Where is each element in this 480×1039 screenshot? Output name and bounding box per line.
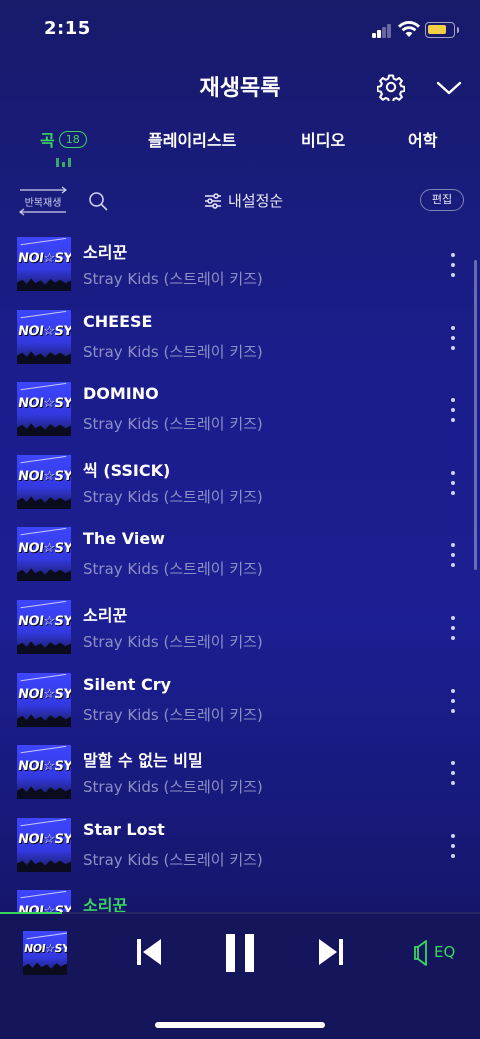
- album-art: NOI☆SY: [17, 455, 71, 509]
- song-row[interactable]: NOI☆SY The View Stray Kids (스트레이 키즈): [0, 522, 480, 592]
- song-row[interactable]: NOI☆SY DOMINO Stray Kids (스트레이 키즈): [0, 377, 480, 447]
- sort-button[interactable]: 내설정순: [204, 190, 283, 211]
- sort-label: 내설정순: [228, 192, 284, 210]
- more-options-icon[interactable]: [448, 688, 458, 714]
- album-logo-text: NOI☆SY: [17, 469, 71, 484]
- song-title: The View: [83, 529, 165, 548]
- song-artist: Stray Kids (스트레이 키즈): [83, 270, 263, 288]
- album-logo-text: NOI☆SY: [17, 396, 71, 411]
- playlist-toolbar: 반복재생 내설정순 편집: [0, 186, 480, 216]
- sliders-icon: [205, 192, 221, 209]
- mini-player: NOI☆SY EQ: [0, 912, 480, 1039]
- repeat-label: 반복재생: [24, 198, 62, 209]
- album-logo-text: NOI☆SY: [17, 324, 71, 339]
- status-bar: 2:15: [0, 0, 480, 60]
- chevron-down-icon[interactable]: [436, 78, 462, 98]
- album-logo-text: NOI☆SY: [17, 759, 71, 774]
- eq-button[interactable]: EQ: [414, 937, 462, 969]
- tab-songs[interactable]: 곡 18: [40, 127, 87, 151]
- edit-button[interactable]: 편집: [420, 189, 464, 211]
- search-icon[interactable]: [88, 191, 108, 211]
- album-art: NOI☆SY: [17, 745, 71, 799]
- song-row[interactable]: NOI☆SY 말할 수 없는 비밀 Stray Kids (스트레이 키즈): [0, 740, 480, 810]
- more-options-icon[interactable]: [448, 760, 458, 786]
- song-artist: Stray Kids (스트레이 키즈): [83, 488, 263, 506]
- album-art: NOI☆SY: [17, 818, 71, 872]
- tab-songs-label: 곡: [40, 131, 55, 150]
- song-artist: Stray Kids (스트레이 키즈): [83, 851, 263, 869]
- song-title: Star Lost: [83, 820, 165, 839]
- repeat-button[interactable]: 반복재생: [16, 186, 70, 216]
- album-art: NOI☆SY: [17, 527, 71, 581]
- previous-track-icon[interactable]: [136, 937, 162, 967]
- more-options-icon[interactable]: [448, 833, 458, 859]
- song-title: 소리꾼: [83, 243, 128, 262]
- album-logo-text: NOI☆SY: [17, 614, 71, 629]
- tab-active-indicator: [56, 155, 72, 167]
- song-row[interactable]: NOI☆SY 씩 (SSICK) Stray Kids (스트레이 키즈): [0, 450, 480, 520]
- song-artist: Stray Kids (스트레이 키즈): [83, 560, 263, 578]
- album-art: NOI☆SY: [17, 237, 71, 291]
- now-playing-album-art[interactable]: NOI☆SY: [23, 931, 67, 975]
- tab-bar: 곡 18 플레이리스트 비디오 어학: [0, 127, 480, 167]
- more-options-icon[interactable]: [448, 470, 458, 496]
- album-logo-text: NOI☆SY: [17, 687, 71, 702]
- song-row[interactable]: NOI☆SY 소리꾼 Stray Kids (스트레이 키즈): [0, 232, 480, 302]
- home-indicator[interactable]: [155, 1022, 325, 1028]
- album-art: NOI☆SY: [17, 600, 71, 654]
- playback-progress-fill: [0, 912, 63, 914]
- song-title: Silent Cry: [83, 675, 172, 694]
- more-options-icon[interactable]: [448, 325, 458, 351]
- more-options-icon[interactable]: [448, 542, 458, 568]
- song-row[interactable]: NOI☆SY 소리꾼: [0, 885, 480, 912]
- album-art: NOI☆SY: [17, 382, 71, 436]
- song-title: DOMINO: [83, 384, 159, 403]
- tab-videos[interactable]: 비디오: [301, 127, 345, 151]
- song-artist: Stray Kids (스트레이 키즈): [83, 415, 263, 433]
- status-time: 2:15: [44, 18, 91, 39]
- playback-progress-track[interactable]: [0, 912, 480, 914]
- song-artist: Stray Kids (스트레이 키즈): [83, 778, 263, 796]
- album-logo-text: NOI☆SY: [17, 832, 71, 847]
- song-artist: Stray Kids (스트레이 키즈): [83, 343, 263, 361]
- album-art: NOI☆SY: [17, 673, 71, 727]
- album-logo-text: NOI☆SY: [17, 904, 71, 912]
- pause-icon[interactable]: [224, 933, 256, 973]
- album-art: NOI☆SY: [17, 890, 71, 912]
- speaker-icon: [414, 940, 427, 966]
- tab-playlists[interactable]: 플레이리스트: [148, 127, 236, 151]
- wifi-icon: [398, 21, 420, 37]
- song-row[interactable]: NOI☆SY Star Lost Stray Kids (스트레이 키즈): [0, 813, 480, 883]
- song-title: 씩 (SSICK): [83, 461, 171, 480]
- cellular-signal-icon: [372, 24, 392, 38]
- scrollbar[interactable]: [474, 260, 477, 570]
- album-art: NOI☆SY: [17, 310, 71, 364]
- next-track-icon[interactable]: [318, 937, 344, 967]
- song-artist: Stray Kids (스트레이 키즈): [83, 633, 263, 651]
- song-row[interactable]: NOI☆SY 소리꾼 Stray Kids (스트레이 키즈): [0, 595, 480, 665]
- song-title: 소리꾼: [83, 896, 128, 912]
- more-options-icon[interactable]: [448, 252, 458, 278]
- more-options-icon[interactable]: [448, 615, 458, 641]
- album-logo-text: NOI☆SY: [17, 541, 71, 556]
- eq-label: EQ: [434, 943, 456, 961]
- album-logo-text: NOI☆SY: [17, 251, 71, 266]
- more-options-icon[interactable]: [448, 397, 458, 423]
- song-title: 소리꾼: [83, 606, 128, 625]
- song-row[interactable]: NOI☆SY CHEESE Stray Kids (스트레이 키즈): [0, 305, 480, 375]
- song-row[interactable]: NOI☆SY Silent Cry Stray Kids (스트레이 키즈): [0, 668, 480, 738]
- page-title: 재생목록: [199, 76, 281, 101]
- album-logo-text: NOI☆SY: [23, 942, 67, 955]
- tab-language[interactable]: 어학: [408, 127, 437, 151]
- song-artist: Stray Kids (스트레이 키즈): [83, 706, 263, 724]
- gear-icon[interactable]: [377, 73, 405, 101]
- tab-songs-count-badge: 18: [58, 130, 87, 148]
- song-title: 말할 수 없는 비밀: [83, 751, 203, 770]
- song-list: NOI☆SY 소리꾼 Stray Kids (스트레이 키즈) NOI☆SY CHEES…: [0, 232, 480, 912]
- battery-icon: [425, 22, 459, 38]
- song-title: CHEESE: [83, 312, 153, 331]
